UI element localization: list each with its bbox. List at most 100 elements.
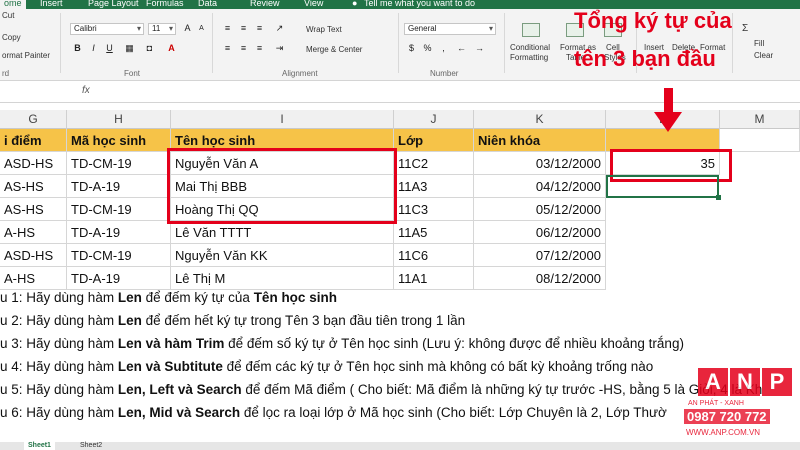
- table-cell[interactable]: 06/12/2000: [474, 221, 606, 244]
- align-middle-icon[interactable]: ≡: [238, 23, 249, 34]
- tab-insert[interactable]: Insert: [40, 0, 63, 8]
- decrease-decimal-icon[interactable]: →: [474, 43, 485, 54]
- tab-review[interactable]: Review: [250, 0, 280, 8]
- borders-icon[interactable]: ▦: [124, 43, 135, 54]
- conditional-formatting-label-2[interactable]: Formatting: [510, 53, 548, 62]
- question-1[interactable]: u 1: Hãy dùng hàm Len để đếm ký tự của T…: [0, 287, 800, 309]
- tab-formulas[interactable]: Formulas: [146, 0, 184, 8]
- table-cell[interactable]: 11A3: [394, 175, 474, 198]
- increase-decimal-icon[interactable]: ←: [456, 43, 467, 54]
- question-text: u 1: Hãy dùng hàm: [0, 290, 118, 305]
- logo-url: WWW.ANP.COM.VN: [686, 428, 761, 437]
- align-right-icon[interactable]: ≡: [254, 43, 265, 54]
- wrap-text-button[interactable]: Wrap Text: [306, 25, 342, 34]
- column-header-m[interactable]: M: [720, 110, 800, 129]
- sheet-tab-2[interactable]: Sheet2: [76, 442, 106, 450]
- tab-data[interactable]: Data: [198, 0, 217, 8]
- italic-icon[interactable]: I: [88, 43, 99, 54]
- table-cell[interactable]: TD-A-19: [67, 175, 171, 198]
- table-cell[interactable]: 03/12/2000: [474, 152, 606, 175]
- table-cell[interactable]: 11C6: [394, 244, 474, 267]
- column-header-h[interactable]: H: [67, 110, 171, 129]
- cut-button[interactable]: Cut: [2, 11, 14, 20]
- formula-bar[interactable]: fx: [0, 81, 800, 103]
- tab-view[interactable]: View: [304, 0, 323, 8]
- active-cell-selection[interactable]: [606, 175, 719, 198]
- header-cell-lop[interactable]: Lớp: [394, 129, 474, 152]
- align-bottom-icon[interactable]: ≡: [254, 23, 265, 34]
- question-6[interactable]: u 6: Hãy dùng hàm Len, Mid và Search để …: [0, 402, 800, 424]
- autosum-icon[interactable]: Σ: [742, 23, 748, 34]
- table-cell[interactable]: 04/12/2000: [474, 175, 606, 198]
- table-cell[interactable]: 07/12/2000: [474, 244, 606, 267]
- function-icon[interactable]: fx: [82, 85, 90, 96]
- align-top-icon[interactable]: ≡: [222, 23, 233, 34]
- increase-font-icon[interactable]: A: [182, 23, 193, 34]
- font-name-combo[interactable]: Calibri: [70, 23, 144, 35]
- header-cell-ma-hoc-sinh[interactable]: Mã học sinh: [67, 129, 171, 152]
- font-size-combo[interactable]: 11: [148, 23, 176, 35]
- group-separator: [398, 13, 399, 73]
- question-text: u 3: Hãy dùng hàm: [0, 336, 118, 351]
- logo-subtitle: AN PHÁT - XANH: [688, 400, 744, 407]
- column-header-k[interactable]: K: [474, 110, 606, 129]
- align-left-icon[interactable]: ≡: [222, 43, 233, 54]
- copy-button[interactable]: Copy: [2, 33, 21, 42]
- currency-icon[interactable]: $: [406, 43, 417, 54]
- table-cell[interactable]: Lê Văn TTTT: [171, 221, 394, 244]
- comma-icon[interactable]: ,: [438, 43, 449, 54]
- clear-button[interactable]: Clear: [754, 51, 773, 60]
- table-cell[interactable]: 11A5: [394, 221, 474, 244]
- table-cell[interactable]: Nguyễn Văn KK: [171, 244, 394, 267]
- question-bold: Len và hàm Trim: [117, 336, 225, 351]
- table-cell[interactable]: AS-HS: [0, 175, 67, 198]
- font-color-icon[interactable]: A: [166, 43, 177, 54]
- cell-m-header[interactable]: [720, 129, 800, 152]
- column-header-j[interactable]: J: [394, 110, 474, 129]
- tab-home[interactable]: ome: [0, 0, 26, 9]
- table-cell[interactable]: ASD-HS: [0, 152, 67, 175]
- conditional-formatting-icon[interactable]: [522, 23, 540, 37]
- percent-icon[interactable]: %: [422, 43, 433, 54]
- conditional-formatting-label[interactable]: Conditional: [510, 43, 550, 52]
- question-text: để đếm các ký tự ở Tên học sinh mà không…: [222, 359, 654, 374]
- table-cell[interactable]: 11C2: [394, 152, 474, 175]
- table-cell[interactable]: TD-CM-19: [67, 198, 171, 221]
- clipboard-group-label: rd: [2, 69, 10, 78]
- fill-color-icon[interactable]: ◘: [144, 43, 155, 54]
- merge-center-button[interactable]: Merge & Center: [306, 45, 362, 54]
- table-cell[interactable]: 05/12/2000: [474, 198, 606, 221]
- tab-page-layout[interactable]: Page Layout: [88, 0, 139, 8]
- question-3[interactable]: u 3: Hãy dùng hàm Len và hàm Trim để đếm…: [0, 333, 800, 355]
- table-cell[interactable]: ASD-HS: [0, 244, 67, 267]
- indent-icon[interactable]: ⇥: [274, 43, 285, 54]
- table-cell[interactable]: TD-CM-19: [67, 152, 171, 175]
- orientation-icon[interactable]: ↗: [274, 23, 285, 34]
- table-cell[interactable]: TD-CM-19: [67, 244, 171, 267]
- table-cell[interactable]: AS-HS: [0, 198, 67, 221]
- format-painter-button[interactable]: ormat Painter: [2, 51, 50, 60]
- underline-icon[interactable]: U: [104, 43, 115, 54]
- table-cell[interactable]: 11C3: [394, 198, 474, 221]
- tell-me-box[interactable]: Tell me what you want to do: [364, 0, 475, 8]
- header-cell-ma-diem[interactable]: i điểm: [0, 129, 67, 152]
- sheet-tab-1[interactable]: Sheet1: [24, 442, 55, 450]
- question-text: để đếm ký tự của: [141, 290, 254, 305]
- header-cell-nien-khoa[interactable]: Niên khóa: [474, 129, 606, 152]
- question-bold: Len, Left và Search: [117, 382, 242, 397]
- fill-handle[interactable]: [716, 195, 721, 200]
- table-cell[interactable]: TD-A-19: [67, 221, 171, 244]
- decrease-font-icon[interactable]: A: [196, 23, 207, 34]
- column-header-i[interactable]: I: [171, 110, 394, 129]
- bold-icon[interactable]: B: [72, 43, 83, 54]
- table-cell[interactable]: A-HS: [0, 221, 67, 244]
- question-5[interactable]: u 5: Hãy dùng hàm Len, Left và Search để…: [0, 379, 800, 401]
- question-2[interactable]: u 2: Hãy dùng hàm Len để đếm hết ký tự t…: [0, 310, 800, 332]
- question-4[interactable]: u 4: Hãy dùng hàm Len và Subtitute để đế…: [0, 356, 800, 378]
- arrow-down-icon-head: [654, 112, 682, 132]
- align-center-icon[interactable]: ≡: [238, 43, 249, 54]
- column-header-g[interactable]: G: [0, 110, 67, 129]
- number-format-combo[interactable]: General: [404, 23, 496, 35]
- fill-button[interactable]: Fill: [754, 39, 764, 48]
- logo-letter: P: [762, 368, 792, 396]
